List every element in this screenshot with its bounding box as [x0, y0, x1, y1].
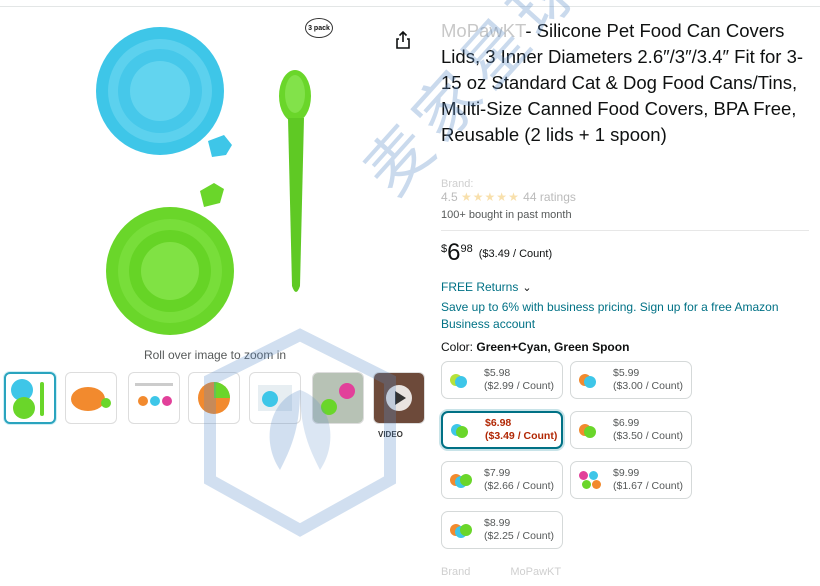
main-product-image[interactable] — [90, 16, 390, 346]
color-label: Color: — [441, 340, 474, 354]
variant-price: $6.99 — [613, 417, 640, 429]
returns-label: FREE Returns — [441, 280, 519, 294]
variant-option-1[interactable]: $5.98 ($2.99 / Count) — [441, 361, 563, 399]
rating-row[interactable]: 4.5 ★★★★★ 44 ratings — [441, 190, 576, 204]
business-pricing-link[interactable]: Save up to 6% with business pricing. Sig… — [441, 299, 781, 333]
variant-price: $5.98 — [484, 367, 511, 379]
color-selector-label: Color: Green+Cyan, Green Spoon — [441, 340, 629, 354]
video-label: VIDEO — [378, 430, 403, 439]
chevron-down-icon: ⌄ — [522, 282, 532, 294]
price-fraction: 98 — [460, 243, 473, 255]
price-divider — [441, 230, 809, 231]
detail-value: MoPawKT — [510, 566, 562, 578]
variant-unit-price: ($2.66 / Count) — [484, 480, 555, 492]
rating-score: 4.5 — [441, 190, 458, 204]
variant-option-5[interactable]: $7.99 ($2.66 / Count) — [441, 461, 563, 499]
detail-label: Brand — [441, 566, 471, 578]
thumbnail-6[interactable] — [312, 372, 364, 424]
star-rating-icon: ★★★★★ — [461, 190, 520, 204]
cyan-lid-illustration — [96, 27, 232, 157]
pack-count-badge: 3 pack — [305, 18, 333, 38]
variant-unit-price: ($2.99 / Count) — [484, 380, 555, 392]
price-whole: 6 — [447, 239, 461, 266]
free-returns-link[interactable]: FREE Returns ⌄ — [441, 280, 532, 294]
variant-swatch-icon — [450, 519, 476, 541]
bought-count: 100+ bought in past month — [441, 209, 572, 221]
variant-swatch-icon — [579, 369, 605, 391]
thumbnail-2[interactable] — [65, 372, 117, 424]
product-details-row: Brand MoPawKT — [441, 566, 561, 578]
zoom-hint: Roll over image to zoom in — [143, 348, 287, 362]
variant-swatch-icon — [579, 469, 605, 491]
variant-unit-price: ($3.49 / Count) — [485, 430, 558, 442]
green-lid-illustration — [106, 183, 234, 335]
variant-option-4[interactable]: $6.99 ($3.50 / Count) — [570, 411, 692, 449]
brand-link[interactable]: MoPawKT — [441, 20, 525, 41]
price-per-unit: ($3.49 / Count) — [478, 248, 553, 260]
variant-swatch-icon — [579, 419, 605, 441]
thumbnail-3[interactable] — [128, 372, 180, 424]
green-spoon-illustration — [279, 70, 311, 292]
variant-option-7[interactable]: $8.99 ($2.25 / Count) — [441, 511, 563, 549]
product-title: MoPawKT- Silicone Pet Food Can Covers Li… — [441, 18, 813, 148]
variant-option-6[interactable]: $9.99 ($1.67 / Count) — [570, 461, 692, 499]
selected-color-name: Green+Cyan, Green Spoon — [476, 340, 630, 354]
variant-unit-price: ($2.25 / Count) — [484, 530, 555, 542]
price-block: $ 6 98 ($3.49 / Count) — [441, 240, 552, 266]
variant-unit-price: ($3.50 / Count) — [613, 430, 684, 442]
variant-price: $8.99 — [484, 517, 511, 529]
variant-unit-price: ($1.67 / Count) — [613, 480, 684, 492]
video-thumbnail[interactable] — [373, 372, 425, 424]
top-divider — [0, 6, 820, 7]
thumbnail-4[interactable] — [188, 372, 240, 424]
variant-swatch-icon — [451, 419, 477, 441]
variant-price: $6.98 — [485, 417, 512, 429]
variant-unit-price: ($3.00 / Count) — [613, 380, 684, 392]
variant-price: $7.99 — [484, 467, 511, 479]
thumbnail-1[interactable] — [4, 372, 56, 424]
thumbnail-5[interactable] — [249, 372, 301, 424]
variant-price: $5.99 — [613, 367, 640, 379]
brand-line[interactable]: Brand: — [441, 178, 473, 190]
share-icon[interactable] — [393, 30, 413, 50]
variant-price: $9.99 — [613, 467, 640, 479]
ratings-count[interactable]: 44 ratings — [523, 190, 576, 204]
variant-option-3[interactable]: $6.98 ($3.49 / Count) — [441, 411, 563, 449]
variant-swatch-icon — [450, 469, 476, 491]
variant-option-2[interactable]: $5.99 ($3.00 / Count) — [570, 361, 692, 399]
variant-swatch-icon — [450, 369, 476, 391]
